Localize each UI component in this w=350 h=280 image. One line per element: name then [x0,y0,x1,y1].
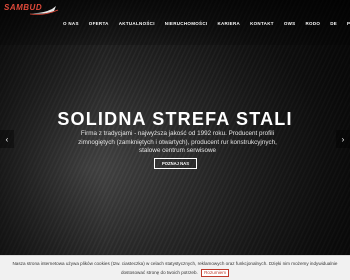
nav-item-o-nas[interactable]: O NAS [58,20,84,28]
nav-item-oferta[interactable]: OFERTA [84,20,114,28]
logo-swoosh-icon [30,6,59,15]
nav-item-aktualnosci[interactable]: AKTUALNOŚCI [114,20,160,28]
slider-next-arrow-icon[interactable]: › [336,130,350,148]
cookie-text-line1: Nasza strona internetowa używa plików co… [12,261,338,266]
slider-prev-arrow-icon[interactable]: ‹ [0,130,14,148]
nav-item-kontakt[interactable]: KONTAKT [245,20,279,28]
hero-description: Firma z tradycjami - najwyższa jakość od… [78,130,277,154]
nav-item-nieruchomosci[interactable]: NIERUCHOMOŚCI [160,20,213,28]
navbar: SAMBUD O NAS OFERTA AKTUALNOŚCI NIERUCHO… [0,0,350,45]
cookie-text-line2: dostosować stronę do twoich potrzeb. [120,270,198,275]
nav-item-kariera[interactable]: KARIERA [212,20,245,28]
nav-item-ows[interactable]: OWS [279,20,301,28]
poznaj-nas-button[interactable]: Poznaj nas [154,158,197,169]
cookie-bar: Nasza strona internetowa używa plików co… [0,255,350,280]
nav-item-lang-pl[interactable]: PL [342,20,350,28]
logo[interactable]: SAMBUD [4,3,62,19]
nav-item-lang-de[interactable]: DE [325,20,342,28]
hero-title: SOLIDNA STREFA STALI [57,109,293,129]
nav-item-rodo[interactable]: RODO [300,20,325,28]
main-menu: O NAS OFERTA AKTUALNOŚCI NIERUCHOMOŚCI K… [58,20,350,28]
cookie-accept-button[interactable]: Rozumiem [201,269,230,277]
cookie-notice: Nasza strona internetowa używa plików co… [5,259,345,277]
